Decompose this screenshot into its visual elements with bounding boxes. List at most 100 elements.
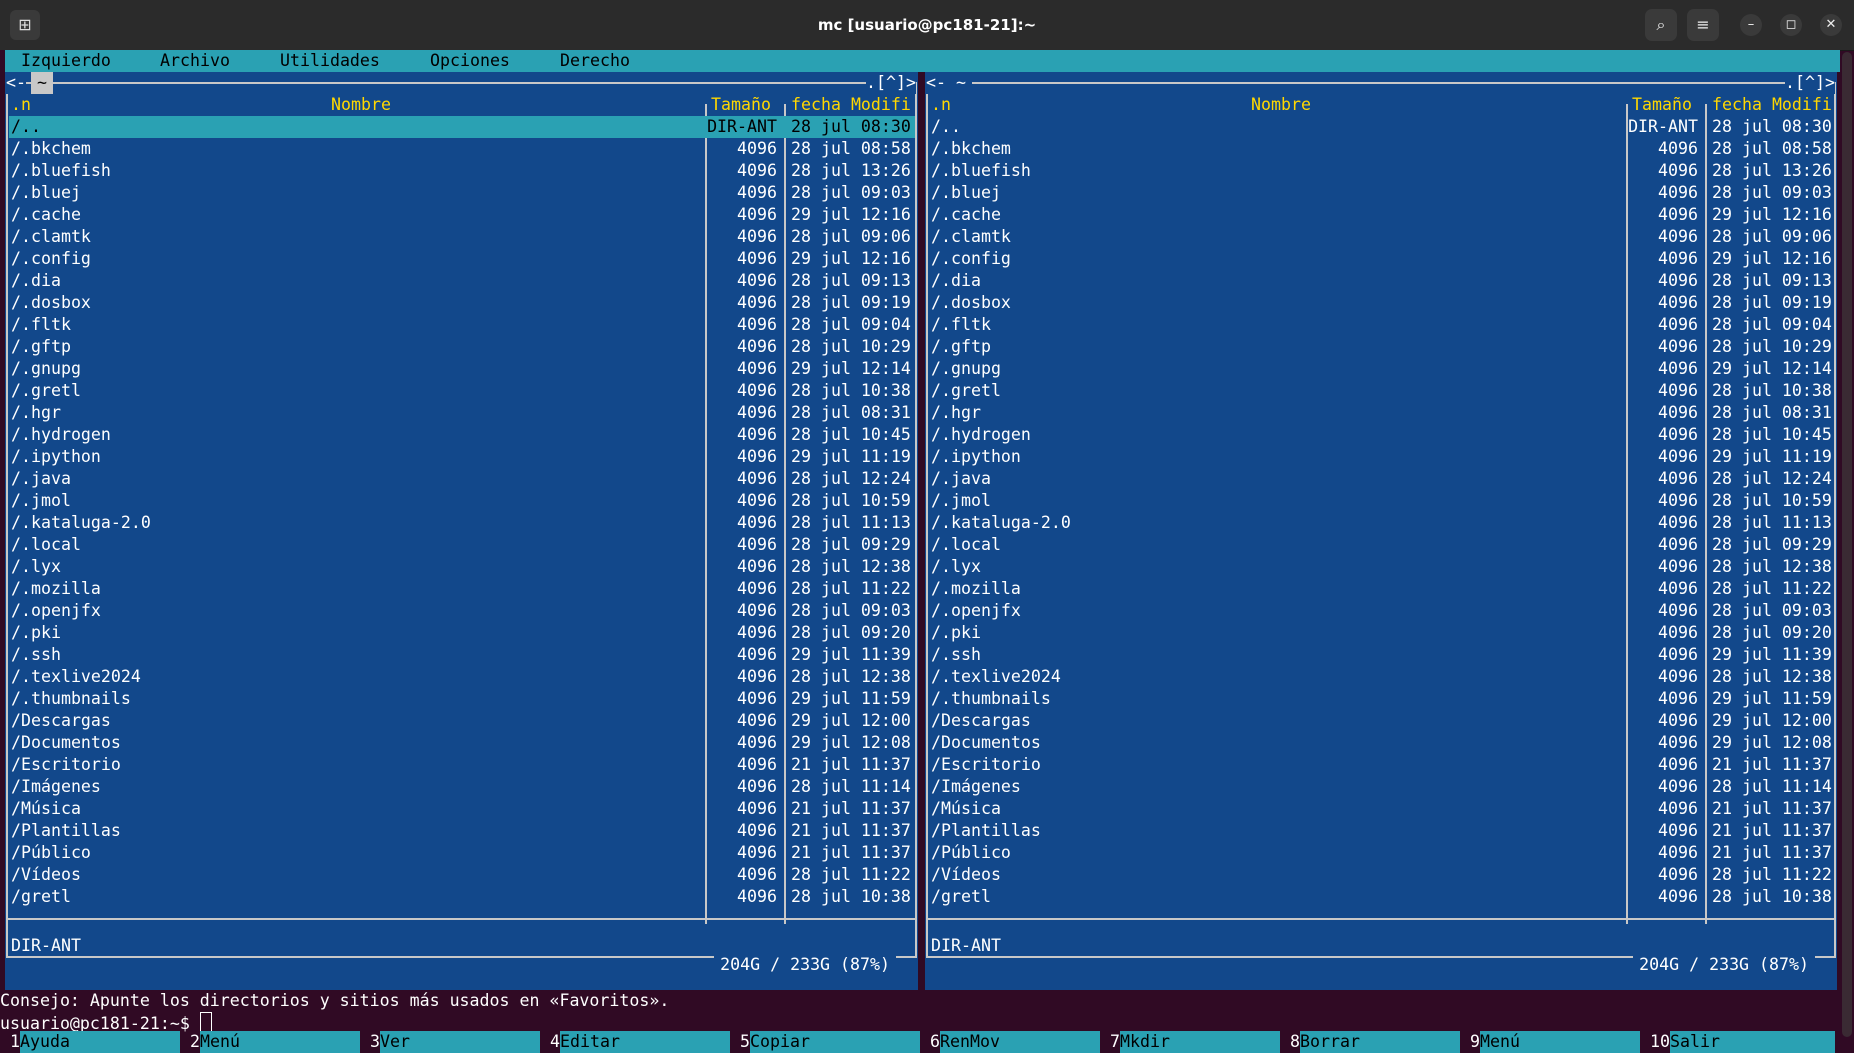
right-col-date[interactable]: fecha Modifi bbox=[1712, 94, 1832, 116]
left-file-row[interactable]: /.gnupg 4096 29 jul 12:14 bbox=[9, 358, 915, 380]
right-col-name[interactable]: Nombre bbox=[1251, 94, 1311, 116]
menu-utilidades[interactable]: Utilidades bbox=[280, 50, 380, 72]
hamburger-icon[interactable]: ≡ bbox=[1687, 9, 1719, 41]
close-icon[interactable]: ✕ bbox=[1820, 14, 1842, 36]
left-file-row[interactable]: /.. DIR-ANT 28 jul 08:30 bbox=[9, 116, 915, 138]
left-file-row[interactable]: /.gftp 4096 28 jul 10:29 bbox=[9, 336, 915, 358]
right-file-row[interactable]: /Descargas 4096 29 jul 12:00 bbox=[929, 710, 1834, 732]
right-file-row[interactable]: /.jmol 4096 28 jul 10:59 bbox=[929, 490, 1834, 512]
left-file-row[interactable]: /Plantillas 4096 21 jul 11:37 bbox=[9, 820, 915, 842]
left-file-row[interactable]: /.pki 4096 28 jul 09:20 bbox=[9, 622, 915, 644]
left-file-row[interactable]: /.thumbnails 4096 29 jul 11:59 bbox=[9, 688, 915, 710]
right-file-row[interactable]: /.gftp 4096 28 jul 10:29 bbox=[929, 336, 1834, 358]
left-file-row[interactable]: /Descargas 4096 29 jul 12:00 bbox=[9, 710, 915, 732]
left-file-row[interactable]: /.kataluga-2.0 4096 28 jul 11:13 bbox=[9, 512, 915, 534]
left-file-row[interactable]: /.cache 4096 29 jul 12:16 bbox=[9, 204, 915, 226]
left-file-row[interactable]: /.openjfx 4096 28 jul 09:03 bbox=[9, 600, 915, 622]
right-file-row[interactable]: /.ssh 4096 29 jul 11:39 bbox=[929, 644, 1834, 666]
left-file-row[interactable]: /gretl 4096 28 jul 10:38 bbox=[9, 886, 915, 908]
left-col-size[interactable]: Tamaño bbox=[711, 94, 771, 116]
fkey-6[interactable]: 6RenMov bbox=[930, 1031, 1100, 1053]
menu-izquierdo[interactable]: Izquierdo bbox=[21, 50, 111, 72]
left-file-row[interactable]: /Imágenes 4096 28 jul 11:14 bbox=[9, 776, 915, 798]
terminal-scrollbar[interactable] bbox=[1842, 52, 1852, 1037]
right-file-row[interactable]: /.hydrogen 4096 28 jul 10:45 bbox=[929, 424, 1834, 446]
menu-archivo[interactable]: Archivo bbox=[160, 50, 230, 72]
left-file-row[interactable]: /.texlive2024 4096 28 jul 12:38 bbox=[9, 666, 915, 688]
right-file-row[interactable]: /.openjfx 4096 28 jul 09:03 bbox=[929, 600, 1834, 622]
right-file-row[interactable]: /.dia 4096 28 jul 09:13 bbox=[929, 270, 1834, 292]
left-file-row[interactable]: /.ssh 4096 29 jul 11:39 bbox=[9, 644, 915, 666]
right-file-row[interactable]: /.local 4096 28 jul 09:29 bbox=[929, 534, 1834, 556]
left-corner-right[interactable]: .[^]> bbox=[866, 72, 916, 94]
right-file-row[interactable]: /Documentos 4096 29 jul 12:08 bbox=[929, 732, 1834, 754]
minimize-icon[interactable]: – bbox=[1740, 14, 1762, 36]
right-file-row[interactable]: /.ipython 4096 29 jul 11:19 bbox=[929, 446, 1834, 468]
right-file-row[interactable]: /.java 4096 28 jul 12:24 bbox=[929, 468, 1834, 490]
right-file-row[interactable]: /.dosbox 4096 28 jul 09:19 bbox=[929, 292, 1834, 314]
right-file-row[interactable]: /.config 4096 29 jul 12:16 bbox=[929, 248, 1834, 270]
right-corner-right[interactable]: .[^]> bbox=[1785, 72, 1835, 94]
right-file-row[interactable]: /.bluej 4096 28 jul 09:03 bbox=[929, 182, 1834, 204]
right-file-row[interactable]: /.hgr 4096 28 jul 08:31 bbox=[929, 402, 1834, 424]
right-file-row[interactable]: /.gnupg 4096 29 jul 12:14 bbox=[929, 358, 1834, 380]
left-file-row[interactable]: /.java 4096 28 jul 12:24 bbox=[9, 468, 915, 490]
right-col-sort[interactable]: .n bbox=[931, 94, 951, 116]
left-file-row[interactable]: /.bluej 4096 28 jul 09:03 bbox=[9, 182, 915, 204]
left-file-row[interactable]: /.lyx 4096 28 jul 12:38 bbox=[9, 556, 915, 578]
maximize-icon[interactable]: ◻ bbox=[1780, 14, 1802, 36]
left-path-label[interactable]: ~ bbox=[31, 72, 53, 94]
right-file-row[interactable]: /Público 4096 21 jul 11:37 bbox=[929, 842, 1834, 864]
left-file-row[interactable]: /Vídeos 4096 28 jul 11:22 bbox=[9, 864, 915, 886]
left-file-row[interactable]: /Música 4096 21 jul 11:37 bbox=[9, 798, 915, 820]
left-file-row[interactable]: /.local 4096 28 jul 09:29 bbox=[9, 534, 915, 556]
fkey-1[interactable]: 1Ayuda bbox=[10, 1031, 180, 1053]
right-file-row[interactable]: /.bluefish 4096 28 jul 13:26 bbox=[929, 160, 1834, 182]
left-file-row[interactable]: /.mozilla 4096 28 jul 11:22 bbox=[9, 578, 915, 600]
right-file-row[interactable]: /Escritorio 4096 21 jul 11:37 bbox=[929, 754, 1834, 776]
fkey-9[interactable]: 9Menú bbox=[1470, 1031, 1640, 1053]
left-col-date[interactable]: fecha Modifi bbox=[791, 94, 911, 116]
left-file-row[interactable]: /.jmol 4096 28 jul 10:59 bbox=[9, 490, 915, 512]
fkey-8[interactable]: 8Borrar bbox=[1290, 1031, 1460, 1053]
menu-opciones[interactable]: Opciones bbox=[430, 50, 510, 72]
left-col-name[interactable]: Nombre bbox=[331, 94, 391, 116]
right-file-row[interactable]: /.mozilla 4096 28 jul 11:22 bbox=[929, 578, 1834, 600]
right-file-row[interactable]: /Vídeos 4096 28 jul 11:22 bbox=[929, 864, 1834, 886]
left-file-row[interactable]: /Público 4096 21 jul 11:37 bbox=[9, 842, 915, 864]
terminal-area[interactable]: Izquierdo Archivo Utilidades Opciones De… bbox=[0, 50, 1840, 1053]
right-file-row[interactable]: /.clamtk 4096 28 jul 09:06 bbox=[929, 226, 1834, 248]
right-file-row[interactable]: /Imágenes 4096 28 jul 11:14 bbox=[929, 776, 1834, 798]
fkey-7[interactable]: 7Mkdir bbox=[1110, 1031, 1280, 1053]
menu-derecho[interactable]: Derecho bbox=[560, 50, 630, 72]
left-file-row[interactable]: /Escritorio 4096 21 jul 11:37 bbox=[9, 754, 915, 776]
right-path-label[interactable]: <- ~ bbox=[926, 72, 972, 94]
right-file-row[interactable]: /.cache 4096 29 jul 12:16 bbox=[929, 204, 1834, 226]
left-panel[interactable]: <- ~ .[^]> .n Nombre Tamaño fecha Modifi… bbox=[5, 72, 918, 990]
right-file-row[interactable]: /Plantillas 4096 21 jul 11:37 bbox=[929, 820, 1834, 842]
left-col-sort[interactable]: .n bbox=[11, 94, 31, 116]
fkey-3[interactable]: 3Ver bbox=[370, 1031, 540, 1053]
right-file-row[interactable]: /.gretl 4096 28 jul 10:38 bbox=[929, 380, 1834, 402]
left-file-row[interactable]: /.gretl 4096 28 jul 10:38 bbox=[9, 380, 915, 402]
right-col-size[interactable]: Tamaño bbox=[1632, 94, 1692, 116]
left-file-row[interactable]: /.ipython 4096 29 jul 11:19 bbox=[9, 446, 915, 468]
right-file-row[interactable]: /.pki 4096 28 jul 09:20 bbox=[929, 622, 1834, 644]
right-file-row[interactable]: /.kataluga-2.0 4096 28 jul 11:13 bbox=[929, 512, 1834, 534]
right-file-row[interactable]: /.texlive2024 4096 28 jul 12:38 bbox=[929, 666, 1834, 688]
right-file-row[interactable]: /.lyx 4096 28 jul 12:38 bbox=[929, 556, 1834, 578]
right-file-row[interactable]: /.thumbnails 4096 29 jul 11:59 bbox=[929, 688, 1834, 710]
right-file-row[interactable]: /Música 4096 21 jul 11:37 bbox=[929, 798, 1834, 820]
right-file-row[interactable]: /.. DIR-ANT 28 jul 08:30 bbox=[929, 116, 1834, 138]
right-file-row[interactable]: /gretl 4096 28 jul 10:38 bbox=[929, 886, 1834, 908]
fkey-4[interactable]: 4Editar bbox=[550, 1031, 730, 1053]
left-file-row[interactable]: /.hydrogen 4096 28 jul 10:45 bbox=[9, 424, 915, 446]
right-file-row[interactable]: /.bkchem 4096 28 jul 08:58 bbox=[929, 138, 1834, 160]
left-file-row[interactable]: /.dia 4096 28 jul 09:13 bbox=[9, 270, 915, 292]
fkey-2[interactable]: 2Menú bbox=[190, 1031, 360, 1053]
right-panel[interactable]: <- ~ .[^]> .n Nombre Tamaño fecha Modifi… bbox=[925, 72, 1837, 990]
right-file-row[interactable]: /.fltk 4096 28 jul 09:04 bbox=[929, 314, 1834, 336]
left-file-row[interactable]: /Documentos 4096 29 jul 12:08 bbox=[9, 732, 915, 754]
left-file-row[interactable]: /.bluefish 4096 28 jul 13:26 bbox=[9, 160, 915, 182]
left-file-row[interactable]: /.dosbox 4096 28 jul 09:19 bbox=[9, 292, 915, 314]
